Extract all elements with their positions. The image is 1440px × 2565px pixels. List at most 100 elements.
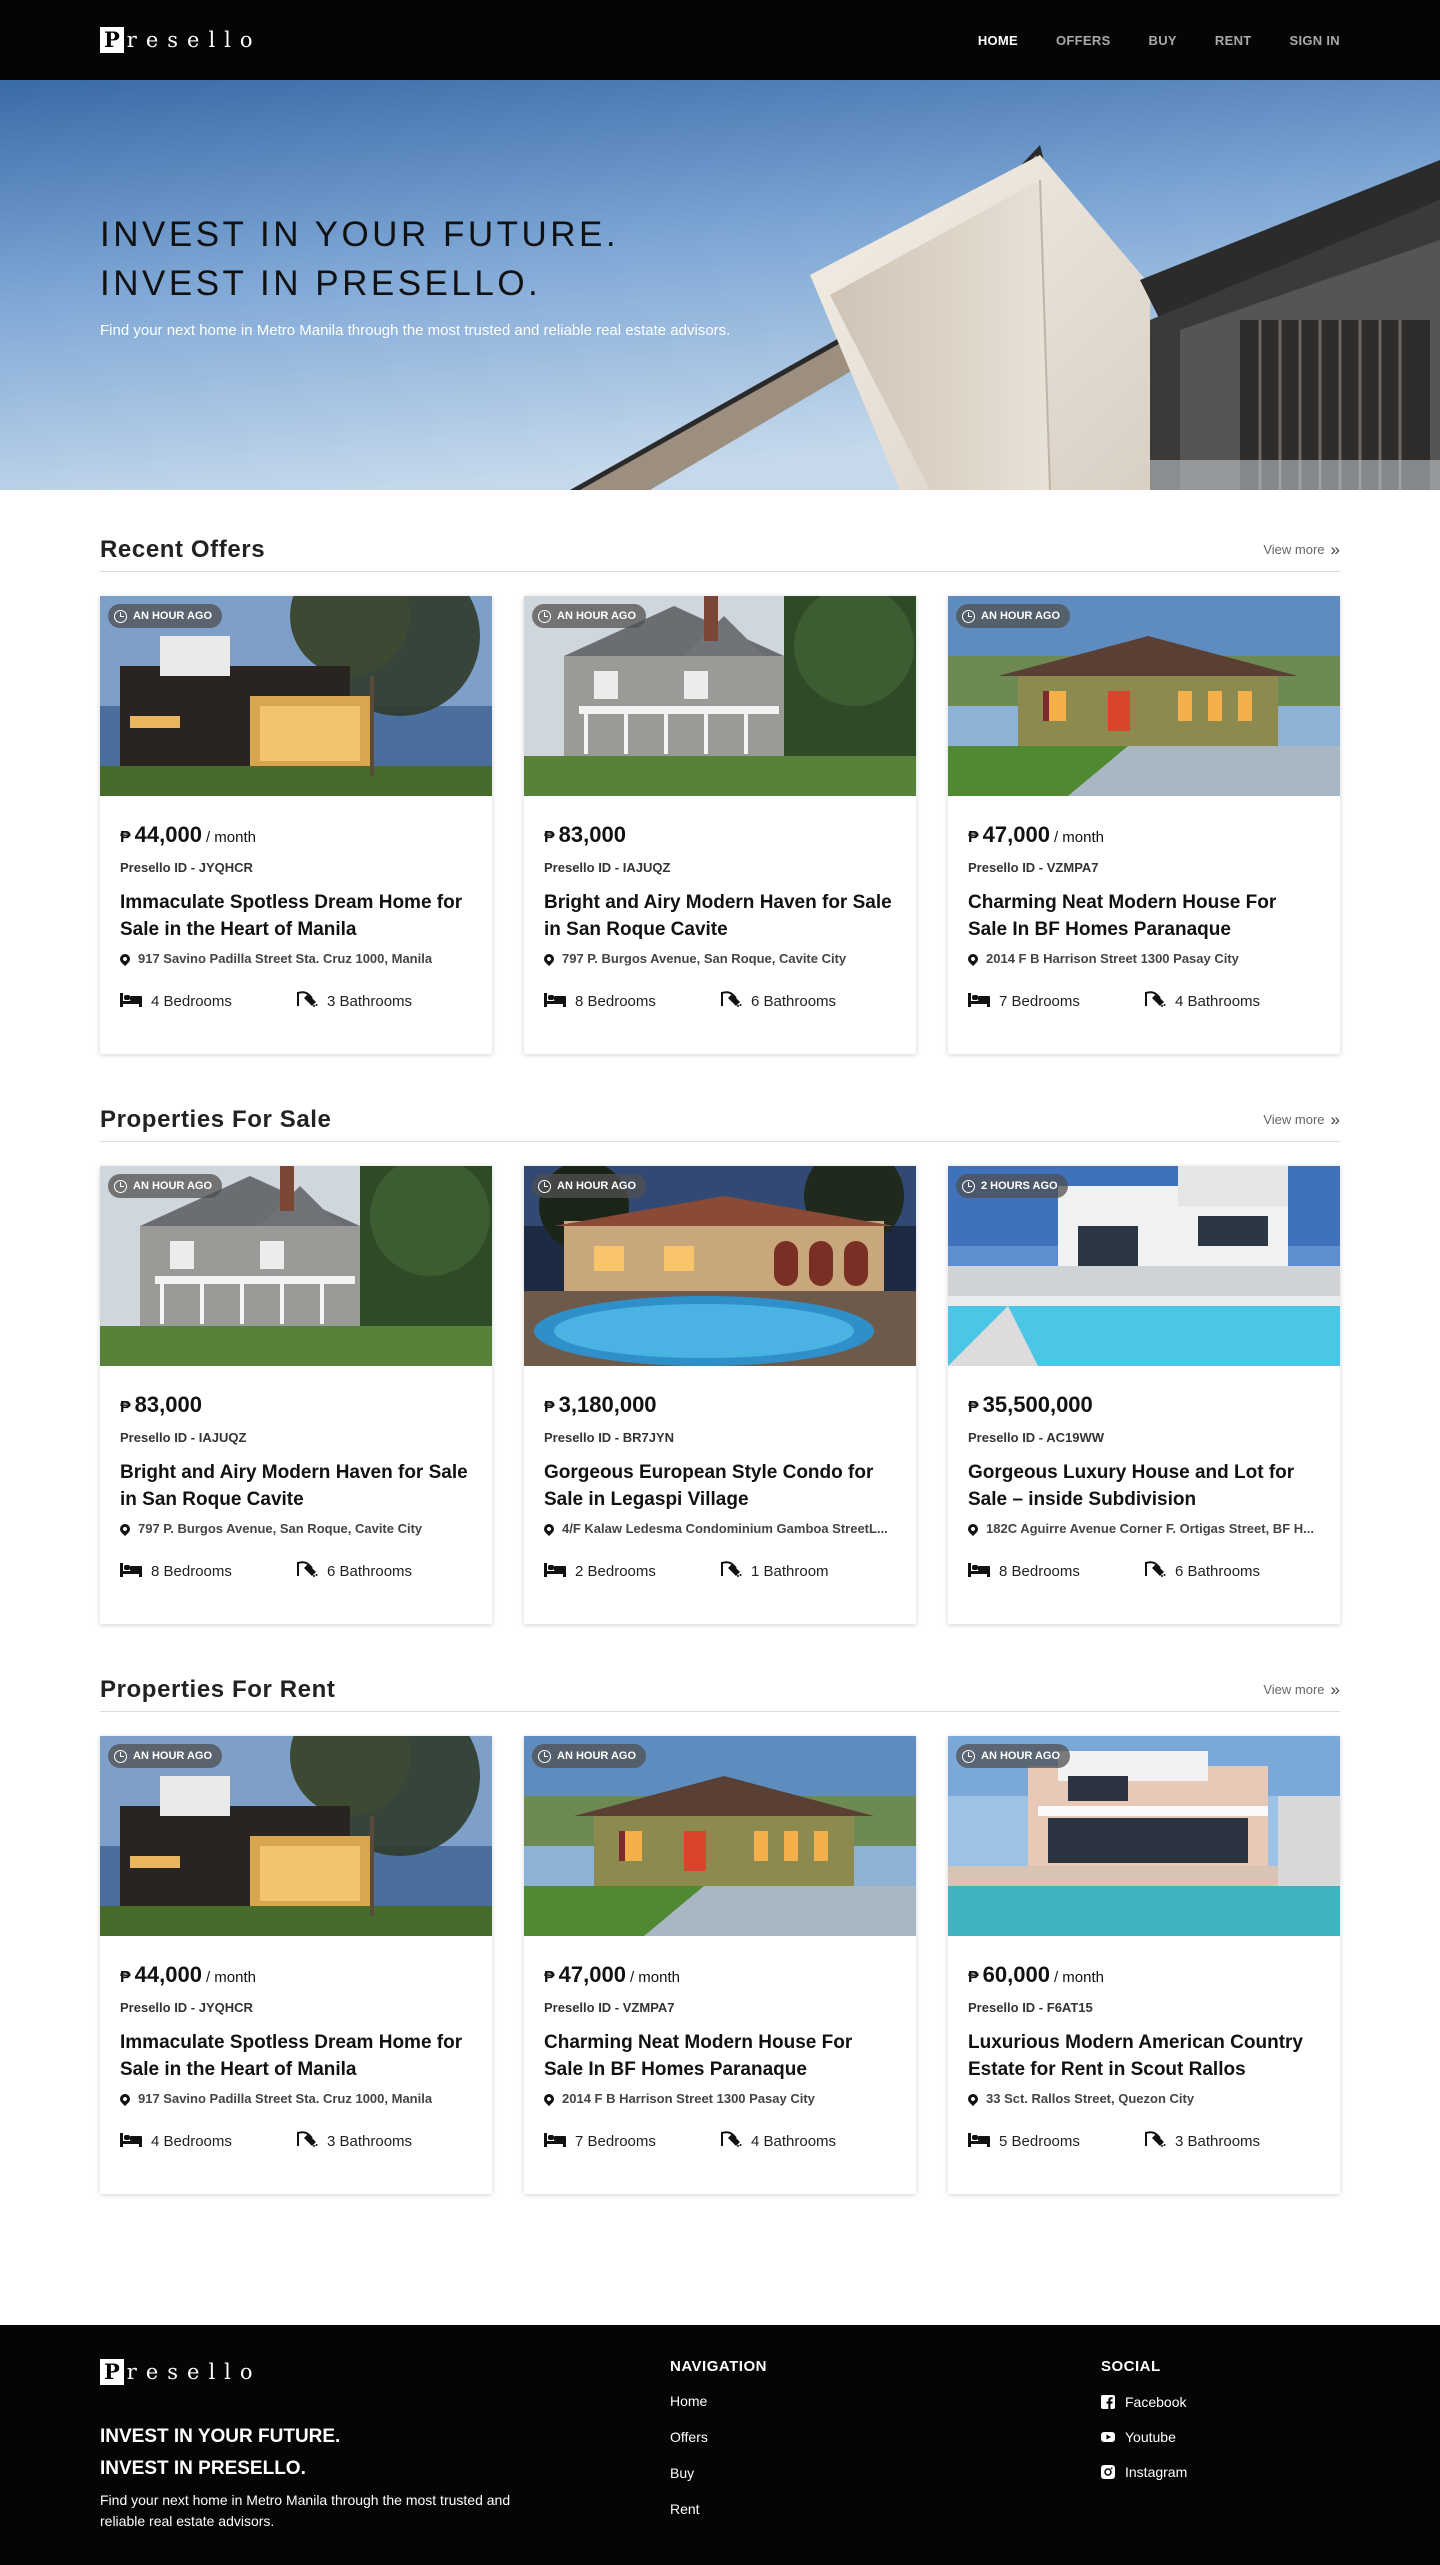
property-card[interactable]: AN HOUR AGO ₱ 47,000 / month Presello ID… (524, 1736, 916, 2194)
view-more-link[interactable]: View more » (1263, 541, 1340, 558)
shower-icon (720, 1560, 742, 1582)
currency-symbol: ₱ (120, 1969, 131, 1986)
footer-social-heading: SOCIAL (1101, 2358, 1161, 2375)
time-badge-label: AN HOUR AGO (133, 610, 213, 622)
footer-nav-buy[interactable]: Buy (670, 2465, 767, 2481)
time-badge-label: AN HOUR AGO (557, 610, 637, 622)
property-image[interactable]: AN HOUR AGO (100, 1736, 492, 1936)
bathrooms-count: 4 Bathrooms (751, 2132, 837, 2150)
property-features: 4 Bedrooms 3 Bathrooms (120, 2130, 472, 2152)
shower-icon (1144, 2130, 1166, 2152)
property-features: 4 Bedrooms 3 Bathrooms (120, 990, 472, 1012)
bathrooms-feature: 1 Bathroom (720, 1560, 896, 1582)
property-card[interactable]: AN HOUR AGO ₱ 83,000 Presello ID - IAJUQ… (524, 596, 916, 1054)
bathrooms-feature: 6 Bathrooms (296, 1560, 472, 1582)
property-title[interactable]: Bright and Airy Modern Haven for Sale in… (544, 889, 896, 943)
property-card[interactable]: AN HOUR AGO ₱ 47,000 / month Presello ID… (948, 596, 1340, 1054)
property-details: ₱ 83,000 Presello ID - IAJUQZ Bright and… (100, 1366, 492, 1582)
nav-offers[interactable]: OFFERS (1056, 33, 1111, 48)
property-card[interactable]: AN HOUR AGO ₱ 60,000 / month Presello ID… (948, 1736, 1340, 2194)
hero-title-line2: INVEST IN PRESELLO. (100, 264, 542, 303)
view-more-link[interactable]: View more » (1263, 1681, 1340, 1698)
property-card-grid: AN HOUR AGO ₱ 83,000 Presello ID - IAJUQ… (100, 1166, 1340, 1624)
currency-symbol: ₱ (544, 829, 555, 846)
property-image[interactable]: AN HOUR AGO (948, 596, 1340, 796)
bed-icon (120, 991, 142, 1011)
footer-nav-rent[interactable]: Rent (670, 2501, 767, 2517)
property-title[interactable]: Luxurious Modern American Country Estate… (968, 2029, 1320, 2083)
location-pin-icon (120, 1521, 133, 1536)
hero-content: INVEST IN YOUR FUTURE. INVEST IN PRESELL… (100, 210, 730, 339)
price-row: ₱ 3,180,000 (544, 1392, 896, 1418)
footer-logo[interactable]: P resello (100, 2357, 262, 2387)
bedrooms-count: 7 Bedrooms (999, 992, 1080, 1010)
section-header: Properties For Sale View more » (100, 1098, 1340, 1142)
shower-icon (296, 1560, 318, 1582)
bathrooms-count: 3 Bathrooms (327, 992, 413, 1010)
property-address-text: 33 Sct. Rallos Street, Quezon City (986, 2091, 1195, 2106)
currency-symbol: ₱ (544, 1399, 555, 1416)
property-card[interactable]: AN HOUR AGO ₱ 44,000 / month Presello ID… (100, 1736, 492, 2194)
price-period: / month (1053, 1969, 1104, 1986)
property-details: ₱ 83,000 Presello ID - IAJUQZ Bright and… (524, 796, 916, 1012)
time-badge-label: AN HOUR AGO (981, 610, 1061, 622)
currency-symbol: ₱ (968, 1969, 979, 1986)
facebook-link[interactable]: Facebook (1101, 2394, 1187, 2410)
bedrooms-feature: 5 Bedrooms (968, 2130, 1144, 2152)
view-more-link[interactable]: View more » (1263, 1111, 1340, 1128)
footer-nav-offers[interactable]: Offers (670, 2429, 767, 2445)
hero-subtitle: Find your next home in Metro Manila thro… (100, 322, 731, 339)
shower-icon (1144, 990, 1166, 1012)
property-title[interactable]: Bright and Airy Modern Haven for Sale in… (120, 1459, 472, 1513)
property-title[interactable]: Immaculate Spotless Dream Home for Sale … (120, 889, 472, 943)
nav-sign-in[interactable]: SIGN IN (1290, 33, 1341, 48)
top-navbar: P resello HOME OFFERS BUY RENT SIGN IN (0, 0, 1440, 80)
bedrooms-count: 8 Bedrooms (575, 992, 656, 1010)
property-title[interactable]: Charming Neat Modern House For Sale In B… (968, 889, 1320, 943)
nav-rent[interactable]: RENT (1215, 33, 1252, 48)
property-image[interactable]: AN HOUR AGO (100, 596, 492, 796)
property-address: 182C Aguirre Avenue Corner F. Ortigas St… (968, 1521, 1320, 1536)
bedrooms-feature: 8 Bedrooms (544, 990, 720, 1012)
property-features: 5 Bedrooms 3 Bathrooms (968, 2130, 1320, 2152)
brand-logo[interactable]: P resello (100, 25, 262, 55)
property-details: ₱ 44,000 / month Presello ID - JYQHCR Im… (100, 1936, 492, 2152)
property-address-text: 797 P. Burgos Avenue, San Roque, Cavite … (562, 951, 847, 966)
youtube-link[interactable]: Youtube (1101, 2429, 1187, 2445)
bathrooms-count: 1 Bathroom (751, 1562, 829, 1580)
property-id: Presello ID - VZMPA7 (968, 860, 1099, 875)
clock-icon (538, 1749, 551, 1763)
property-image[interactable]: AN HOUR AGO (948, 1736, 1340, 1936)
property-card[interactable]: AN HOUR AGO ₱ 3,180,000 Presello ID - BR… (524, 1166, 916, 1624)
property-title[interactable]: Gorgeous European Style Condo for Sale i… (544, 1459, 896, 1513)
price-row: ₱ 47,000 / month (968, 822, 1320, 848)
footer-nav-home[interactable]: Home (670, 2393, 767, 2409)
property-price: 44,000 (134, 822, 202, 847)
nav-home[interactable]: HOME (978, 33, 1018, 48)
bedrooms-count: 7 Bedrooms (575, 2132, 656, 2150)
property-image[interactable]: 2 HOURS AGO (948, 1166, 1340, 1366)
property-title[interactable]: Charming Neat Modern House For Sale In B… (544, 2029, 896, 2083)
property-card[interactable]: AN HOUR AGO ₱ 44,000 / month Presello ID… (100, 596, 492, 1054)
property-card[interactable]: 2 HOURS AGO ₱ 35,500,000 Presello ID - A… (948, 1166, 1340, 1624)
time-badge: AN HOUR AGO (108, 1744, 223, 1768)
bed-icon (968, 991, 990, 1011)
bathrooms-feature: 3 Bathrooms (1144, 2130, 1320, 2152)
price-period: / month (205, 1969, 256, 1986)
property-title[interactable]: Immaculate Spotless Dream Home for Sale … (120, 2029, 472, 2083)
time-badge: AN HOUR AGO (532, 1174, 647, 1198)
property-id: Presello ID - IAJUQZ (544, 860, 671, 875)
property-card[interactable]: AN HOUR AGO ₱ 83,000 Presello ID - IAJUQ… (100, 1166, 492, 1624)
instagram-link[interactable]: Instagram (1101, 2464, 1187, 2480)
footer-subtitle: Find your next home in Metro Manila thro… (100, 2492, 511, 2529)
nav-buy[interactable]: BUY (1149, 33, 1177, 48)
bed-icon (120, 2131, 142, 2151)
bathrooms-count: 3 Bathrooms (1175, 2132, 1261, 2150)
property-title[interactable]: Gorgeous Luxury House and Lot for Sale –… (968, 1459, 1320, 1513)
property-image[interactable]: AN HOUR AGO (524, 596, 916, 796)
property-image[interactable]: AN HOUR AGO (100, 1166, 492, 1366)
property-image[interactable]: AN HOUR AGO (524, 1736, 916, 1936)
price-row: ₱ 44,000 / month (120, 822, 472, 848)
property-image[interactable]: AN HOUR AGO (524, 1166, 916, 1366)
section-title: Properties For Sale (100, 1105, 332, 1133)
